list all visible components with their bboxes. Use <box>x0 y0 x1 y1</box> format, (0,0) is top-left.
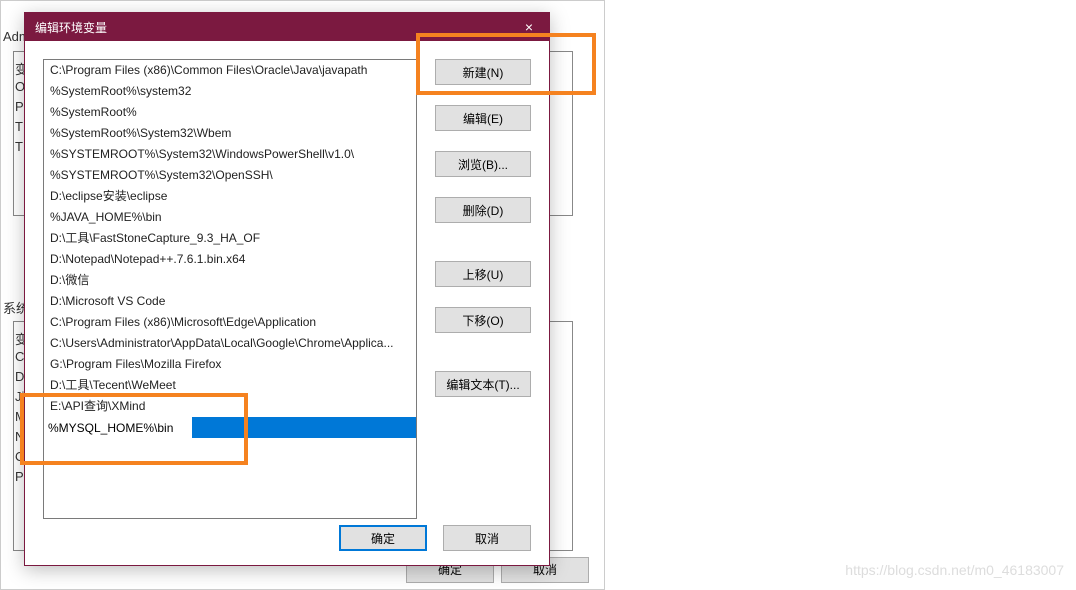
list-item[interactable]: C:\Program Files (x86)\Microsoft\Edge\Ap… <box>44 312 416 333</box>
list-item[interactable]: D:\工具\FastStoneCapture_9.3_HA_OF <box>44 228 416 249</box>
selection-highlight <box>192 417 416 438</box>
list-item[interactable]: D:\工具\Tecent\WeMeet <box>44 375 416 396</box>
ok-button[interactable]: 确定 <box>339 525 427 551</box>
delete-button[interactable]: 删除(D) <box>435 197 531 223</box>
list-item[interactable]: G:\Program Files\Mozilla Firefox <box>44 354 416 375</box>
list-item[interactable]: %SystemRoot%\system32 <box>44 81 416 102</box>
list-item[interactable]: E:\API查询\XMind <box>44 396 416 417</box>
new-button[interactable]: 新建(N) <box>435 59 531 85</box>
dialog-footer: 确定 取消 <box>339 525 531 551</box>
path-edit-input[interactable] <box>44 417 192 438</box>
list-item[interactable]: D:\eclipse安装\eclipse <box>44 186 416 207</box>
bg2-col-3: Ji <box>15 389 24 404</box>
side-buttons: 新建(N) 编辑(E) 浏览(B)... 删除(D) 上移(U) 下移(O) 编… <box>435 59 531 547</box>
cancel-button[interactable]: 取消 <box>443 525 531 551</box>
list-item[interactable]: %SYSTEMROOT%\System32\OpenSSH\ <box>44 165 416 186</box>
list-item[interactable]: %SystemRoot% <box>44 102 416 123</box>
titlebar: 编辑环境变量 × <box>25 13 549 41</box>
list-item-editing[interactable] <box>44 417 416 438</box>
moveup-button[interactable]: 上移(U) <box>435 261 531 287</box>
edittext-button[interactable]: 编辑文本(T)... <box>435 371 531 397</box>
list-item[interactable]: D:\Microsoft VS Code <box>44 291 416 312</box>
edit-button[interactable]: 编辑(E) <box>435 105 531 131</box>
list-item[interactable]: %JAVA_HOME%\bin <box>44 207 416 228</box>
list-item[interactable]: D:\Notepad\Notepad++.7.6.1.bin.x64 <box>44 249 416 270</box>
list-item[interactable]: %SYSTEMROOT%\System32\WindowsPowerShell\… <box>44 144 416 165</box>
path-listbox[interactable]: C:\Program Files (x86)\Common Files\Orac… <box>43 59 417 519</box>
movedown-button[interactable]: 下移(O) <box>435 307 531 333</box>
browse-button[interactable]: 浏览(B)... <box>435 151 531 177</box>
bg2-col-5: N <box>15 429 24 444</box>
list-item[interactable]: C:\Users\Administrator\AppData\Local\Goo… <box>44 333 416 354</box>
close-button[interactable]: × <box>509 13 549 41</box>
edit-env-var-dialog: 编辑环境变量 × C:\Program Files (x86)\Common F… <box>24 12 550 566</box>
list-item[interactable]: C:\Program Files (x86)\Common Files\Orac… <box>44 60 416 81</box>
dialog-title: 编辑环境变量 <box>35 19 107 36</box>
list-item[interactable]: %SystemRoot%\System32\Wbem <box>44 123 416 144</box>
list-item[interactable]: D:\微信 <box>44 270 416 291</box>
close-icon: × <box>525 19 533 35</box>
watermark-text: https://blog.csdn.net/m0_46183007 <box>845 562 1064 578</box>
